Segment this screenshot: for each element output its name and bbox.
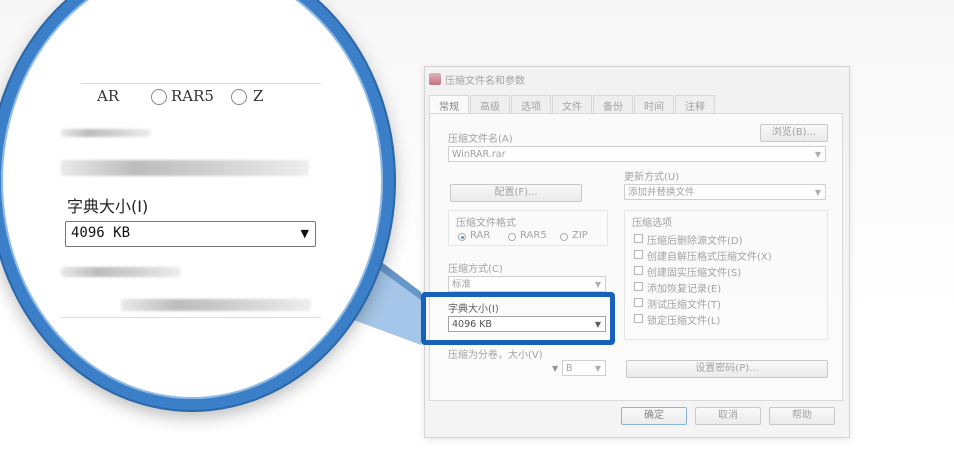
- format-zip-radio[interactable]: [231, 89, 247, 105]
- blurred-text: [61, 129, 151, 137]
- format-rar5-label: RAR5: [171, 87, 214, 105]
- format-partial-left: AR: [97, 87, 120, 105]
- dict-size-select[interactable]: 4096 KB ▼: [65, 221, 316, 247]
- dict-size-value: 4096 KB: [71, 225, 131, 241]
- magnifier-lens: AR RAR5 Z 字典大小(I) 4096 KB ▼: [0, 0, 394, 410]
- dict-size-label: 字典大小(I): [67, 197, 149, 216]
- chevron-down-icon: ▼: [300, 227, 309, 240]
- divider: [61, 317, 321, 318]
- blurred-combo: [61, 160, 309, 176]
- format-partial-right: Z: [253, 87, 264, 105]
- blurred-combo: [121, 299, 311, 311]
- format-rar5-radio[interactable]: [151, 89, 167, 105]
- magnifier-content: AR RAR5 Z 字典大小(I) 4096 KB ▼: [1, 0, 383, 399]
- divider: [81, 83, 321, 84]
- blurred-text: [61, 267, 181, 277]
